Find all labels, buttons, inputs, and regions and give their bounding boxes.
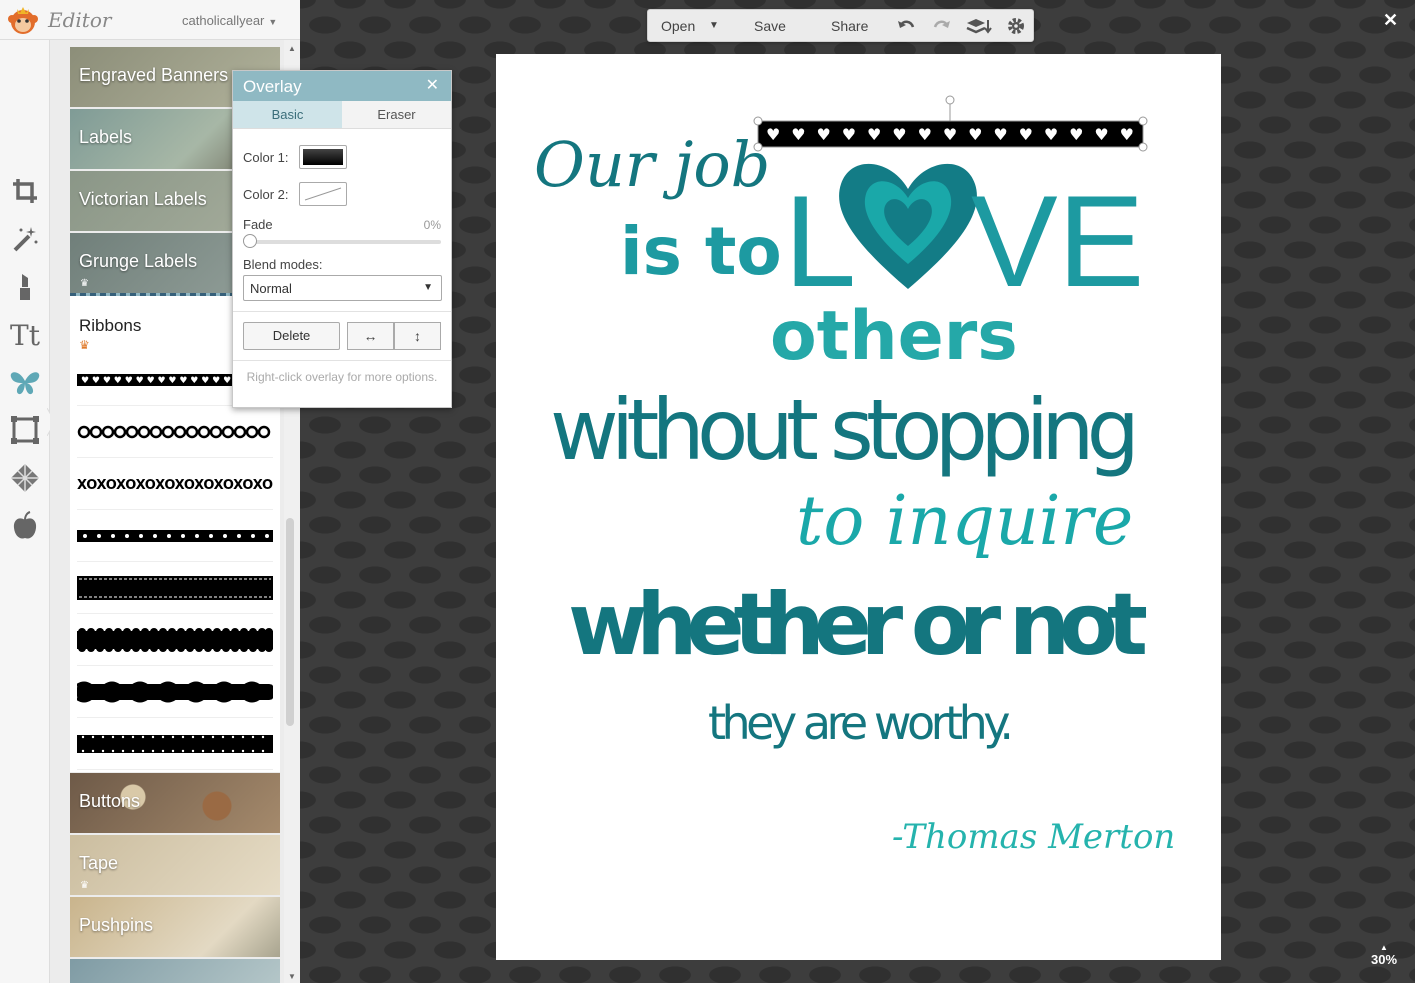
undo-icon[interactable] xyxy=(896,16,916,36)
ribbon-lace[interactable] xyxy=(77,718,273,770)
crop-icon[interactable] xyxy=(8,174,42,208)
quote-love-ve: VE xyxy=(971,168,1144,314)
layers-icon[interactable] xyxy=(966,16,992,36)
zoom-indicator[interactable]: ▲ 30% xyxy=(1368,943,1400,968)
butterfly-icon[interactable] xyxy=(8,366,42,400)
quote-line-4: without stopping xyxy=(550,381,1140,479)
blend-mode-select[interactable]: Normal ▼ xyxy=(243,275,442,301)
blend-label: Blend modes: xyxy=(243,257,323,272)
overlay-dialog: Overlay ✕ Basic Eraser Color 1: Color 2:… xyxy=(232,70,452,408)
crown-icon: ♛ xyxy=(79,338,90,352)
quote-line-3: others xyxy=(770,297,1018,376)
username: catholicallyear xyxy=(182,13,265,28)
svg-text:♥ ♥ ♥ ♥ ♥ ♥ ♥ ♥ ♥ ♥ ♥ ♥ ♥ ♥ ♥: ♥ ♥ ♥ ♥ ♥ ♥ ♥ ♥ ♥ ♥ ♥ ♥ ♥ ♥ ♥ xyxy=(766,125,1134,144)
zoom-up-icon: ▲ xyxy=(1380,943,1388,952)
quote-line-1: Our job xyxy=(534,128,770,201)
divider xyxy=(233,311,451,312)
quote-line-5: to inquire xyxy=(796,482,1133,561)
ribbon-dots[interactable] xyxy=(77,510,273,562)
dialog-tabs: Basic Eraser xyxy=(233,101,451,129)
open-button[interactable]: Open xyxy=(661,18,695,34)
color2-picker[interactable] xyxy=(299,182,347,206)
heart-icon xyxy=(839,163,977,289)
category-label: Buttons xyxy=(79,791,141,811)
texture-icon[interactable] xyxy=(8,461,42,495)
divider xyxy=(233,360,451,361)
scroll-up-icon[interactable]: ▲ xyxy=(288,44,296,53)
delete-button[interactable]: Delete xyxy=(243,322,340,350)
ribbon-rings[interactable] xyxy=(77,406,273,458)
crown-icon: ♛ xyxy=(80,278,89,289)
flip-vertical-icon[interactable]: ↕ xyxy=(394,322,441,350)
chevron-down-icon: ▼ xyxy=(268,17,278,27)
magic-wand-icon[interactable] xyxy=(8,222,42,256)
zoom-level: 30% xyxy=(1370,952,1398,967)
close-icon[interactable]: ✕ xyxy=(426,75,439,95)
ribbon-xoxo[interactable]: XOXOXOXOXOXOXOXOXOXO xyxy=(77,458,273,510)
tab-basic[interactable]: Basic xyxy=(233,101,342,128)
category-tape[interactable]: Tape ♛ xyxy=(70,835,280,895)
quote-line-6: whether or not xyxy=(568,575,1148,675)
category-label: Pushpins xyxy=(79,915,154,935)
frame-icon[interactable] xyxy=(8,413,42,447)
category-label: Grunge Labels xyxy=(79,251,198,271)
settings-gear-icon[interactable] xyxy=(1006,16,1026,36)
apple-icon[interactable] xyxy=(8,509,42,543)
category-label: Engraved Banners xyxy=(79,65,229,85)
quote-author: -Thomas Merton xyxy=(892,817,1175,857)
category-label: Victorian Labels xyxy=(79,189,207,209)
share-button[interactable]: Share xyxy=(831,18,868,34)
ribbons-title: Ribbons xyxy=(79,316,142,335)
open-dropdown-icon[interactable]: ▼ xyxy=(709,20,719,31)
dialog-title: Overlay xyxy=(243,77,302,96)
blend-mode-value: Normal xyxy=(250,281,292,296)
svg-text:♥ ♥ ♥ ♥ ♥ ♥ ♥ ♥ ♥ ♥ ♥ ♥ ♥ ♥ ♥: ♥ ♥ ♥ ♥ ♥ ♥ ♥ ♥ ♥ ♥ ♥ ♥ ♥ ♥ ♥ xyxy=(81,376,242,386)
redo-icon[interactable] xyxy=(932,16,952,36)
chevron-down-icon: ▼ xyxy=(423,282,433,293)
scrollbar-thumb[interactable] xyxy=(286,518,294,726)
flip-horizontal-icon[interactable]: ↔ xyxy=(347,322,394,350)
fade-slider-track[interactable] xyxy=(245,240,441,244)
ribbon-wavy[interactable] xyxy=(77,666,273,718)
close-editor-icon[interactable]: ✕ xyxy=(1383,10,1398,31)
crown-icon: ♛ xyxy=(80,880,89,891)
category-next[interactable] xyxy=(70,959,280,983)
color1-label: Color 1: xyxy=(243,150,289,165)
category-pushpins[interactable]: Pushpins xyxy=(70,897,280,957)
ribbon-scalloped[interactable] xyxy=(77,614,273,666)
color2-label: Color 2: xyxy=(243,187,289,202)
main-toolbar: Open ▼ Save Share xyxy=(647,9,1034,42)
category-buttons[interactable]: Buttons xyxy=(70,773,280,833)
fade-value: 0% xyxy=(423,218,441,232)
quote-line-7: they are worthy. xyxy=(708,696,1014,750)
lipstick-icon[interactable] xyxy=(8,269,42,303)
color1-picker[interactable] xyxy=(299,145,347,169)
app-name: Editor xyxy=(48,8,112,32)
ribbon-stitched[interactable] xyxy=(77,562,273,614)
monkey-logo-icon[interactable] xyxy=(6,4,40,36)
canvas-paper: ♥ ♥ ♥ ♥ ♥ ♥ ♥ ♥ ♥ ♥ ♥ ♥ ♥ ♥ ♥ Our job is… xyxy=(496,54,1221,960)
scroll-down-icon[interactable]: ▼ xyxy=(288,972,296,981)
fade-label: Fade xyxy=(243,217,273,232)
dialog-header: Overlay ✕ xyxy=(233,71,451,101)
svg-text:XOXOXOXOXOXOXOXOXOXO: XOXOXOXOXOXOXOXOXOXO xyxy=(77,478,273,491)
fade-slider-handle[interactable] xyxy=(243,234,257,248)
save-button[interactable]: Save xyxy=(754,18,786,34)
text-icon[interactable]: Tt xyxy=(8,318,42,352)
category-label: Labels xyxy=(79,127,133,147)
tab-eraser[interactable]: Eraser xyxy=(342,101,451,128)
tool-rail: Tt xyxy=(0,40,56,983)
category-label: Tape xyxy=(79,853,119,873)
quote-line-2a: is to xyxy=(620,213,782,290)
selected-ribbon-overlay[interactable]: ♥ ♥ ♥ ♥ ♥ ♥ ♥ ♥ ♥ ♥ ♥ ♥ ♥ ♥ ♥ xyxy=(753,95,1148,152)
quote-artwork: ♥ ♥ ♥ ♥ ♥ ♥ ♥ ♥ ♥ ♥ ♥ ♥ ♥ ♥ ♥ Our job is… xyxy=(534,95,1175,857)
app-header: Editor catholicallyear ▼ xyxy=(0,0,300,40)
user-menu[interactable]: catholicallyear ▼ xyxy=(182,13,277,28)
dialog-hint: Right-click overlay for more options. xyxy=(246,370,438,384)
